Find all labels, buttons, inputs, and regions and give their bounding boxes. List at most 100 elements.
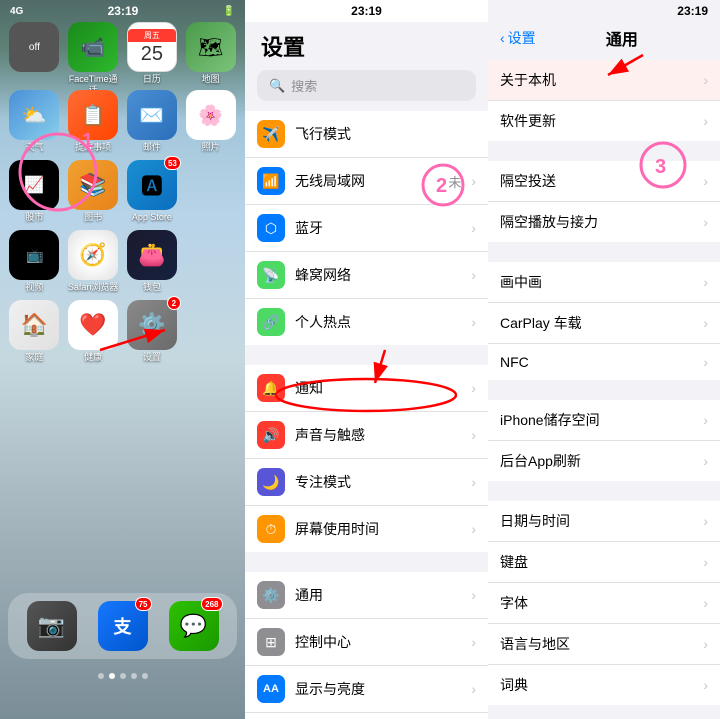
app-off[interactable]: off bbox=[8, 22, 61, 96]
controlcenter-icon: ⊞ bbox=[257, 628, 285, 656]
cellular-chevron: › bbox=[471, 267, 476, 283]
app-icon-health: ❤️ bbox=[68, 300, 118, 350]
hotspot-chevron: › bbox=[471, 314, 476, 330]
app-books[interactable]: 📚 图书 bbox=[67, 160, 120, 223]
general-item-nfc[interactable]: NFC › bbox=[488, 344, 720, 380]
general-section-storage: iPhone储存空间 › 后台App刷新 › bbox=[488, 400, 720, 481]
settings-title: 设置 bbox=[245, 22, 488, 66]
dock-wechat[interactable]: 💬 268 bbox=[169, 601, 219, 651]
general-item-fonts[interactable]: 字体 › bbox=[488, 583, 720, 624]
settings-item-display[interactable]: AA 显示与亮度 › bbox=[245, 666, 488, 713]
general-chevron: › bbox=[471, 587, 476, 603]
app-grid-row2: ⛅ 天气 📋 提醒事项 ✉️ 邮件 🌸 照片 bbox=[0, 90, 245, 153]
app-grid-row3: 📈 股市 📚 图书 🅰 53 App Store bbox=[0, 160, 245, 223]
back-button[interactable]: ‹ 设置 bbox=[500, 28, 536, 48]
general-label: 通用 bbox=[295, 585, 461, 605]
settings-item-focus[interactable]: 🌙 专注模式 › bbox=[245, 459, 488, 506]
settings-item-general[interactable]: ⚙️ 通用 › bbox=[245, 572, 488, 619]
settings-item-cellular[interactable]: 📡 蜂窝网络 › bbox=[245, 252, 488, 299]
app-label-photos: 照片 bbox=[202, 142, 220, 153]
search-placeholder: 搜索 bbox=[291, 76, 317, 95]
appstore-badge: 53 bbox=[164, 156, 181, 170]
app-calendar[interactable]: 周五 25 日历 bbox=[126, 22, 179, 96]
app-label-weather: 天气 bbox=[25, 142, 43, 153]
app-mail[interactable]: ✉️ 邮件 bbox=[126, 90, 179, 153]
settings-item-wifi[interactable]: 📶 无线局域网 未 › bbox=[245, 158, 488, 205]
dock-alipay[interactable]: 支 75 bbox=[98, 601, 148, 651]
app-reminders[interactable]: 📋 提醒事项 bbox=[67, 90, 120, 153]
wifi-icon: 📶 bbox=[257, 167, 285, 195]
hotspot-label: 个人热点 bbox=[295, 312, 461, 332]
carplay-label: CarPlay 车载 bbox=[500, 313, 703, 333]
app-icon-appletv: 📺 bbox=[9, 230, 59, 280]
general-status-bar: 23:19 bbox=[488, 0, 720, 22]
general-item-airplay[interactable]: 隔空播放与接力 › bbox=[488, 202, 720, 242]
settings-item-controlcenter[interactable]: ⊞ 控制中心 › bbox=[245, 619, 488, 666]
settings-item-notifications[interactable]: 🔔 通知 › bbox=[245, 365, 488, 412]
general-item-storage[interactable]: iPhone储存空间 › bbox=[488, 400, 720, 441]
app-stocks[interactable]: 📈 股市 bbox=[8, 160, 61, 223]
app-settings[interactable]: ⚙️ 2 设置 bbox=[126, 300, 179, 363]
app-icon-stocks: 📈 bbox=[9, 160, 59, 210]
dock-camera[interactable]: 📷 bbox=[27, 601, 77, 651]
general-section-pip: 画中画 › CarPlay 车载 › NFC › bbox=[488, 262, 720, 380]
general-item-airdrop[interactable]: 隔空投送 › bbox=[488, 161, 720, 202]
general-item-dictionary[interactable]: 词典 › bbox=[488, 665, 720, 705]
app-health[interactable]: ❤️ 健康 bbox=[67, 300, 120, 363]
app-wallet[interactable]: 👛 钱包 bbox=[126, 230, 179, 293]
general-item-carplay[interactable]: CarPlay 车载 › bbox=[488, 303, 720, 344]
settings-badge: 2 bbox=[167, 296, 181, 310]
controlcenter-chevron: › bbox=[471, 634, 476, 650]
settings-item-screentime[interactable]: ⏱ 屏幕使用时间 › bbox=[245, 506, 488, 552]
app-label-books: 图书 bbox=[84, 212, 102, 223]
home-time: 23:19 bbox=[108, 4, 139, 18]
sound-label: 声音与触感 bbox=[295, 425, 461, 445]
notifications-icon: 🔔 bbox=[257, 374, 285, 402]
app-homekit[interactable]: 🏠 家庭 bbox=[8, 300, 61, 363]
notifications-chevron: › bbox=[471, 380, 476, 396]
general-item-bgrefresh[interactable]: 后台App刷新 › bbox=[488, 441, 720, 481]
general-time: 23:19 bbox=[677, 4, 708, 18]
general-item-datetime[interactable]: 日期与时间 › bbox=[488, 501, 720, 542]
general-item-language[interactable]: 语言与地区 › bbox=[488, 624, 720, 665]
bgrefresh-label: 后台App刷新 bbox=[500, 451, 703, 471]
general-item-softwareupdate[interactable]: 软件更新 › bbox=[488, 101, 720, 141]
app-grid-row5: 🏠 家庭 ❤️ 健康 ⚙️ 2 设置 bbox=[0, 300, 245, 363]
app-safari[interactable]: 🧭 Safari浏览器 bbox=[67, 230, 120, 293]
general-item-about[interactable]: 关于本机 › bbox=[488, 60, 720, 101]
settings-item-hotspot[interactable]: 🔗 个人热点 › bbox=[245, 299, 488, 345]
general-section-airdrop: 隔空投送 › 隔空播放与接力 › bbox=[488, 161, 720, 242]
general-item-pip[interactable]: 画中画 › bbox=[488, 262, 720, 303]
wechat-badge: 268 bbox=[201, 597, 222, 611]
settings-item-homescreen[interactable]: □ 主屏幕 › bbox=[245, 713, 488, 719]
app-grid-row1: off 📹 FaceTime通话 周五 25 日历 🗺 地图 bbox=[0, 22, 245, 96]
app-appletv[interactable]: 📺 视频 bbox=[8, 230, 61, 293]
fonts-chevron: › bbox=[703, 595, 708, 611]
carplay-chevron: › bbox=[703, 315, 708, 331]
app-label-settings: 设置 bbox=[143, 352, 161, 363]
dot-1 bbox=[98, 673, 104, 679]
language-chevron: › bbox=[703, 636, 708, 652]
nfc-label: NFC bbox=[500, 354, 703, 370]
app-weather[interactable]: ⛅ 天气 bbox=[8, 90, 61, 153]
display-label: 显示与亮度 bbox=[295, 679, 461, 699]
app-appstore[interactable]: 🅰 53 App Store bbox=[126, 160, 179, 223]
app-photos[interactable]: 🌸 照片 bbox=[184, 90, 237, 153]
app-icon-camera: 📷 bbox=[27, 601, 77, 651]
storage-chevron: › bbox=[703, 412, 708, 428]
app-facetime[interactable]: 📹 FaceTime通话 bbox=[67, 22, 120, 96]
display-chevron: › bbox=[471, 681, 476, 697]
app-maps[interactable]: 🗺 地图 bbox=[184, 22, 237, 96]
general-item-keyboard[interactable]: 键盘 › bbox=[488, 542, 720, 583]
settings-item-sound[interactable]: 🔊 声音与触感 › bbox=[245, 412, 488, 459]
cellular-icon: 📡 bbox=[257, 261, 285, 289]
settings-panel: 23:19 设置 🔍 搜索 ✈️ 飞行模式 📶 无线局域网 未 › ⬡ 蓝牙 › bbox=[245, 0, 488, 719]
general-list: 关于本机 › 软件更新 › 隔空投送 › 隔空播放与接力 › 画中画 bbox=[488, 54, 720, 719]
app-icon-safari: 🧭 bbox=[68, 230, 118, 280]
settings-search-bar[interactable]: 🔍 搜索 bbox=[257, 70, 476, 101]
page-dots bbox=[0, 673, 245, 679]
settings-item-airplane[interactable]: ✈️ 飞行模式 bbox=[245, 111, 488, 158]
wifi-label: 无线局域网 bbox=[295, 171, 438, 191]
settings-item-bluetooth[interactable]: ⬡ 蓝牙 › bbox=[245, 205, 488, 252]
back-label: 设置 bbox=[508, 28, 536, 48]
